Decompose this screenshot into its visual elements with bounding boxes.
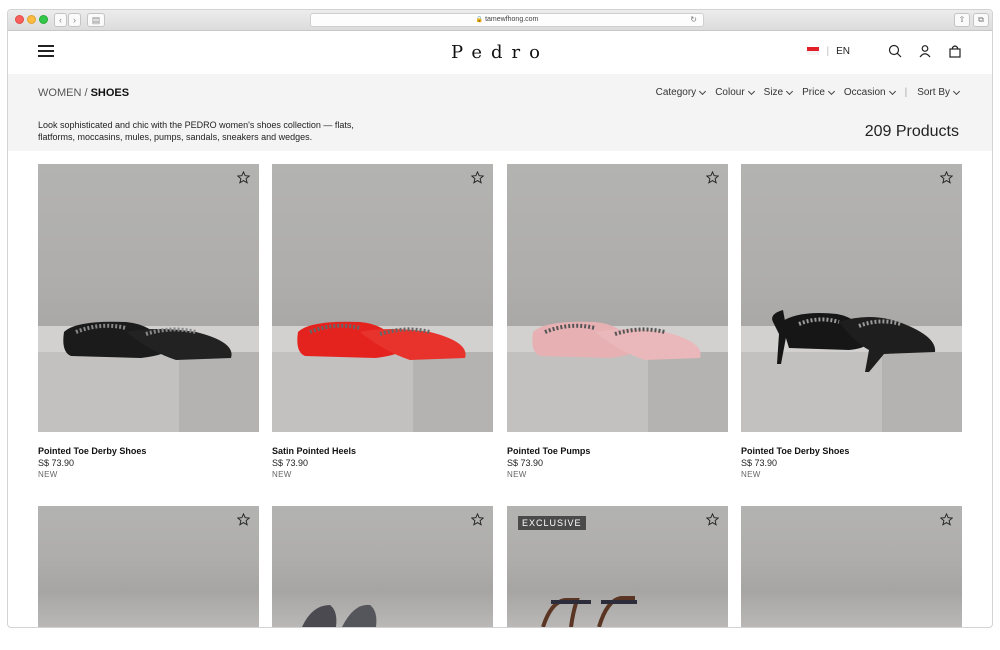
filter-label: Price: [802, 87, 825, 98]
shopping-bag-icon[interactable]: [948, 44, 962, 58]
shoe-illustration: [302, 604, 377, 627]
filter-size[interactable]: Size: [763, 87, 794, 98]
shoe-illustration: [525, 292, 710, 382]
filter-list: Category Colour Size Price Occasion | So…: [646, 87, 961, 98]
minimize-window-button[interactable]: [27, 15, 36, 24]
product-image[interactable]: EXCLUSIVE: [507, 506, 728, 627]
product-price: S$ 73.90: [741, 458, 778, 468]
maximize-window-button[interactable]: [39, 15, 48, 24]
exclusive-badge: EXCLUSIVE: [518, 516, 586, 530]
shoe-illustration: [290, 292, 475, 382]
tabs-overview-button[interactable]: ⧉: [973, 13, 989, 27]
back-button[interactable]: ‹: [54, 13, 67, 27]
product-image[interactable]: [38, 506, 259, 627]
filter-label: Size: [763, 87, 784, 98]
product-badge: NEW: [272, 470, 292, 479]
product-price: S$ 73.90: [507, 458, 544, 468]
flag-icon[interactable]: [807, 47, 820, 55]
wishlist-star-icon[interactable]: [237, 171, 250, 184]
chevron-down-icon: [952, 87, 961, 95]
sort-by-dropdown[interactable]: Sort By: [917, 87, 961, 98]
sort-label: Sort By: [917, 87, 950, 98]
chevron-down-icon: [827, 87, 835, 95]
product-name[interactable]: Satin Pointed Heels: [272, 446, 493, 456]
product-image[interactable]: [741, 506, 962, 627]
chevron-down-icon: [786, 87, 794, 95]
close-window-button[interactable]: [15, 15, 24, 24]
product-name[interactable]: Pointed Toe Derby Shoes: [38, 446, 259, 456]
breadcrumb: WOMEN / SHOES: [38, 87, 129, 99]
product-badge: NEW: [741, 470, 761, 479]
header-actions: | EN: [807, 44, 962, 58]
filter-label: Colour: [715, 87, 745, 98]
filter-label: Category: [655, 87, 697, 98]
product-image[interactable]: [272, 164, 493, 432]
product-card[interactable]: Pointed Toe Derby Shoes S$ 73.90 NEW: [741, 164, 962, 479]
address-bar[interactable]: 🔒 tamewfhong.com ↻: [310, 13, 704, 27]
filter-price[interactable]: Price: [802, 87, 835, 98]
divider: |: [826, 45, 830, 57]
share-button[interactable]: ⇧: [954, 13, 970, 27]
filter-category[interactable]: Category: [655, 87, 707, 98]
product-image[interactable]: [741, 164, 962, 432]
forward-button[interactable]: ›: [68, 13, 81, 27]
collection-description: Look sophisticated and chic with the PED…: [38, 120, 354, 142]
wishlist-star-icon[interactable]: [471, 513, 484, 526]
sidebar-toggle-button[interactable]: ▤: [87, 13, 105, 27]
browser-toolbar: ‹ › ▤ 🔒 tamewfhong.com ↻ ⇧ ⧉: [8, 10, 992, 31]
wishlist-star-icon[interactable]: [940, 513, 953, 526]
browser-window: ‹ › ▤ 🔒tamewfhong.com ↻ ⇧ ⧉ Pedro | EN: [7, 9, 993, 628]
product-name[interactable]: Pointed Toe Derby Shoes: [741, 446, 962, 456]
account-icon[interactable]: [918, 44, 932, 58]
product-price: S$ 73.90: [272, 458, 309, 468]
filter-occasion[interactable]: Occasion: [843, 87, 896, 98]
lock-icon: 🔒: [475, 17, 484, 23]
product-count: 209 Products: [864, 123, 959, 140]
product-card[interactable]: Satin Pointed Heels S$ 73.90 NEW: [272, 164, 493, 479]
product-badge: NEW: [38, 470, 58, 479]
url-text: tamewfhong.com: [485, 16, 539, 23]
breadcrumb-separator: /: [81, 87, 91, 99]
product-card[interactable]: Pointed Toe Pumps S$ 73.90 NEW: [507, 164, 728, 479]
filter-label: Occasion: [843, 87, 886, 98]
product-card[interactable]: EXCLUSIVE: [507, 506, 728, 627]
filter-colour[interactable]: Colour: [715, 87, 755, 98]
product-image[interactable]: [38, 164, 259, 432]
product-badge: NEW: [507, 470, 527, 479]
search-icon[interactable]: [888, 44, 902, 58]
divider: |: [904, 87, 908, 98]
wishlist-star-icon[interactable]: [706, 171, 719, 184]
chevron-down-icon: [888, 87, 896, 95]
shoe-illustration: [541, 596, 637, 627]
wishlist-star-icon[interactable]: [940, 171, 953, 184]
product-price: S$ 73.90: [38, 458, 75, 468]
reload-icon[interactable]: ↻: [690, 14, 697, 26]
product-card[interactable]: [741, 506, 962, 627]
breadcrumb-women[interactable]: WOMEN: [38, 87, 81, 99]
wishlist-star-icon[interactable]: [237, 513, 250, 526]
filter-bar: WOMEN / SHOES Category Colour Size Price…: [8, 74, 992, 151]
product-card[interactable]: [272, 506, 493, 627]
chevron-down-icon: [699, 87, 707, 95]
breadcrumb-shoes: SHOES: [90, 87, 130, 99]
wishlist-star-icon[interactable]: [706, 513, 719, 526]
product-image[interactable]: [507, 164, 728, 432]
wishlist-star-icon[interactable]: [471, 171, 484, 184]
product-name[interactable]: Pointed Toe Pumps: [507, 446, 728, 456]
site-header: Pedro | EN: [8, 31, 992, 74]
chevron-down-icon: [747, 87, 755, 95]
shoe-illustration: [759, 292, 944, 382]
language-selector[interactable]: EN: [836, 46, 850, 57]
product-image[interactable]: [272, 506, 493, 627]
product-card[interactable]: Pointed Toe Derby Shoes S$ 73.90 NEW: [38, 164, 259, 479]
shoe-illustration: [56, 292, 241, 382]
product-card[interactable]: [38, 506, 259, 627]
